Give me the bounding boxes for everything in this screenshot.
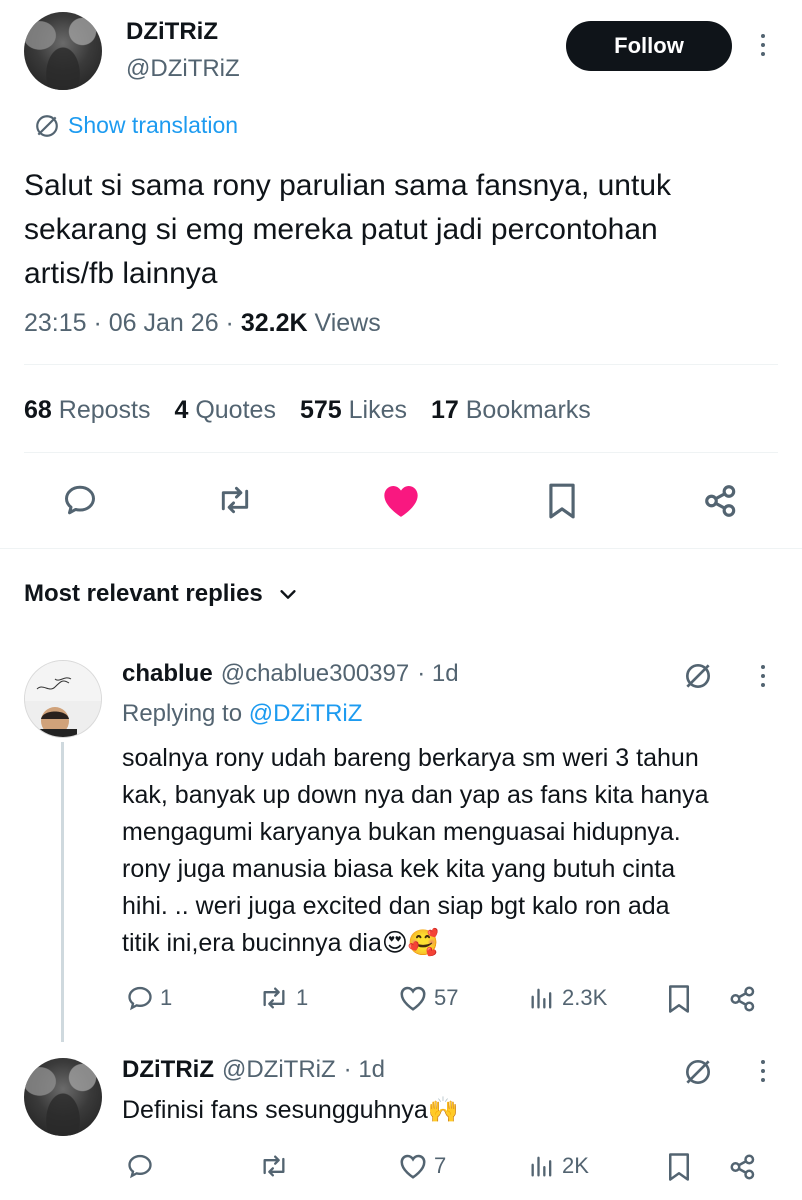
views-label: Views (307, 309, 381, 337)
reply-author-name[interactable]: DZiTRiZ (122, 1056, 214, 1084)
replying-prefix: Replying to (122, 700, 249, 727)
more-options-icon[interactable] (760, 34, 766, 56)
reply-more-icon[interactable] (760, 1060, 766, 1082)
replies-sort-dropdown[interactable]: Most relevant replies (24, 580, 299, 608)
author-name[interactable]: DZiTRiZ (126, 18, 218, 46)
reply-header: DZiTRiZ @DZiTRiZ · 1d (122, 1056, 385, 1084)
reply-text: Definisi fans sesungguhnya🙌 (122, 1096, 459, 1124)
reply-icon (126, 984, 154, 1012)
tweet-time[interactable]: 23:15 · 06 Jan 26 · (24, 309, 241, 337)
heart-icon (398, 984, 428, 1012)
views-count: 2.3K (562, 985, 608, 1010)
reply-author-handle[interactable]: @DZiTRiZ (222, 1056, 336, 1084)
reposts-stat[interactable]: 68 Reposts (24, 396, 150, 425)
reply-reply-button[interactable] (126, 1152, 160, 1180)
reply-header: chablue @chablue300397 · 1d (122, 660, 459, 688)
views-icon (528, 1152, 556, 1180)
author-avatar[interactable] (24, 12, 102, 90)
tweet-text-line: artis/fb lainnya (24, 257, 218, 290)
repost-icon (258, 984, 290, 1012)
reply-icon (126, 1152, 154, 1180)
bookmark-icon[interactable] (666, 984, 692, 1014)
heart-icon (398, 1152, 428, 1180)
tweet-text: Salut si sama rony parulian sama fansnya… (24, 164, 784, 296)
tweet-text-line: sekarang si emg mereka patut jadi percon… (24, 213, 658, 246)
repost-count: 1 (296, 985, 309, 1010)
reply-author-name[interactable]: chablue (122, 660, 213, 688)
follow-button[interactable]: Follow (566, 21, 732, 71)
bookmarks-stat[interactable]: 17 Bookmarks (431, 396, 591, 425)
repost-icon[interactable] (216, 482, 254, 518)
reply-text-line: kak, banyak up down nya dan yap as fans … (122, 781, 709, 809)
reply-text: soalnya rony udah bareng berkarya sm wer… (122, 740, 782, 962)
reply-like-button[interactable]: 7 (398, 1152, 446, 1180)
reply-icon[interactable] (62, 482, 98, 518)
thread-line (61, 742, 64, 1042)
like-count: 7 (434, 1153, 447, 1178)
bookmark-icon[interactable] (546, 482, 578, 520)
divider (24, 452, 778, 453)
views-count: 32.2K (240, 309, 308, 337)
reply-text-line: titik ini,era bucinnya dia😍🥰 (122, 929, 440, 957)
show-translation-link[interactable]: Show translation (34, 112, 238, 139)
reply-time[interactable]: · 1d (417, 660, 458, 688)
like-icon-active[interactable] (381, 482, 421, 520)
reply-like-button[interactable]: 57 (398, 984, 458, 1012)
reply-text-line: rony juga manusia biasa kek kita yang bu… (122, 855, 676, 883)
share-icon[interactable] (728, 984, 758, 1014)
quotes-stat[interactable]: 4 Quotes (174, 396, 275, 425)
bookmark-icon[interactable] (666, 1152, 692, 1182)
reply-repost-button[interactable]: 1 (258, 984, 308, 1012)
replies-header: Most relevant replies (24, 580, 263, 607)
reply-avatar[interactable] (24, 660, 102, 738)
reply-repost-button[interactable] (258, 1152, 296, 1180)
views-icon (528, 984, 556, 1012)
share-icon[interactable] (702, 482, 740, 520)
reply-avatar[interactable] (24, 1058, 102, 1136)
reply-author-handle[interactable]: @chablue300397 (221, 660, 410, 688)
repost-icon (258, 1152, 290, 1180)
stats-row: 68 Reposts 4 Quotes 575 Likes 17 Bookmar… (24, 396, 591, 425)
likes-stat[interactable]: 575 Likes (300, 396, 407, 425)
tweet-meta: 23:15 · 06 Jan 26 · 32.2K Views (24, 309, 381, 338)
reply-text-line: hihi. .. weri juga excited dan siap bgt … (122, 892, 670, 920)
reply-more-icon[interactable] (760, 665, 766, 687)
replying-to: Replying to @DZiTRiZ (122, 700, 362, 728)
reply-text-line: mengagumi karyanya bukan menguasai hidup… (122, 818, 681, 846)
reply-reply-button[interactable]: 1 (126, 984, 172, 1012)
replying-handle-link[interactable]: @DZiTRiZ (249, 700, 363, 727)
author-handle[interactable]: @DZiTRiZ (126, 55, 240, 83)
reply-views-button[interactable]: 2.3K (528, 984, 607, 1012)
reply-text-line: soalnya rony udah bareng berkarya sm wer… (122, 744, 699, 772)
views-count: 2K (562, 1153, 589, 1178)
divider (0, 548, 802, 549)
tweet-text-line: Salut si sama rony parulian sama fansnya… (24, 169, 672, 202)
divider (24, 364, 778, 365)
share-icon[interactable] (728, 1152, 758, 1182)
chevron-down-icon (277, 583, 299, 605)
reply-time[interactable]: · 1d (344, 1056, 385, 1084)
reply-count: 1 (160, 985, 173, 1010)
reply-views-button[interactable]: 2K (528, 1152, 589, 1180)
show-translation-label: Show translation (68, 112, 239, 138)
translate-icon[interactable] (682, 660, 714, 692)
translate-icon (34, 113, 60, 139)
like-count: 57 (434, 985, 459, 1010)
translate-icon[interactable] (682, 1056, 714, 1088)
